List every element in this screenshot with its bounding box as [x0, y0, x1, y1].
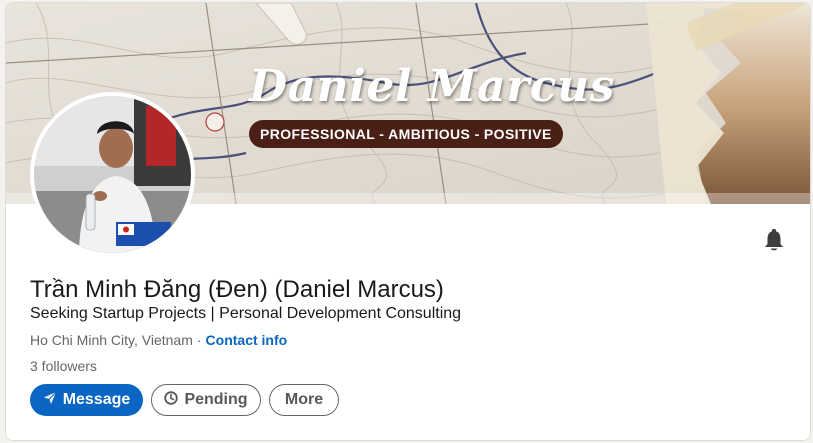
more-label: More [284, 391, 324, 408]
pending-button[interactable]: Pending [151, 384, 261, 416]
follower-count: 3 followers [30, 358, 97, 374]
profile-headline: Seeking Startup Projects | Personal Deve… [30, 305, 462, 322]
pending-label: Pending [184, 391, 248, 408]
profile-avatar[interactable] [30, 92, 195, 257]
banner-title: Daniel Marcus [249, 61, 615, 112]
more-button[interactable]: More [269, 384, 339, 416]
profile-name: Trần Minh Đăng (Đen) (Daniel Marcus) [30, 276, 444, 303]
profile-card: Daniel Marcus PROFESSIONAL - AMBITIOUS -… [5, 2, 811, 441]
location-row: Ho Chi Minh City, Vietnam · Contact info [30, 332, 287, 348]
bell-icon[interactable] [763, 229, 785, 253]
profile-location: Ho Chi Minh City, Vietnam [30, 332, 193, 348]
banner-tagline: PROFESSIONAL - AMBITIOUS - POSITIVE [249, 120, 563, 148]
contact-info-link[interactable]: Contact info [206, 332, 288, 348]
separator-dot: · [196, 332, 202, 348]
clock-icon [164, 390, 179, 410]
send-icon [43, 391, 57, 410]
message-label: Message [62, 391, 131, 408]
avatar-photo [34, 96, 191, 253]
message-button[interactable]: Message [30, 384, 143, 416]
